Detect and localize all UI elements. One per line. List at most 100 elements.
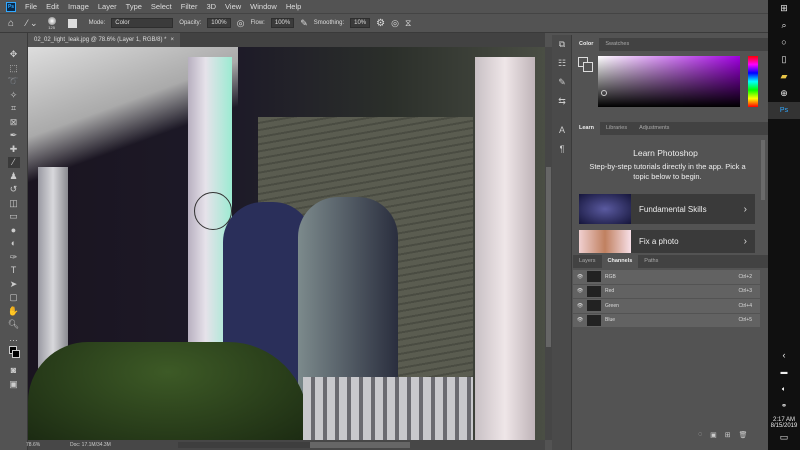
eye-icon[interactable]: 👁︎ — [573, 274, 587, 280]
search-icon[interactable]: ⌕ — [768, 17, 800, 34]
brush-settings-panel-icon[interactable]: ✎ — [552, 73, 572, 92]
frame-tool-icon[interactable]: ⊠ — [8, 117, 20, 128]
tab-channels[interactable]: Channels — [602, 255, 639, 268]
smoothing-input[interactable]: 10% — [350, 18, 370, 28]
hue-slider[interactable] — [748, 56, 758, 107]
channel-row-green[interactable]: 👁︎GreenCtrl+4 — [573, 299, 760, 314]
card-fix-a-photo[interactable]: Fix a photo› — [579, 230, 755, 253]
blur-tool-icon[interactable]: ● — [8, 225, 20, 236]
pressure-opacity-icon[interactable]: ◎ — [237, 18, 245, 29]
shape-tool-icon[interactable]: ▢ — [8, 292, 20, 303]
menu-select[interactable]: Select — [151, 2, 172, 11]
card-fundamental-skills[interactable]: Fundamental Skills› — [579, 194, 755, 224]
zoom-tool-icon[interactable]: 🔍︎ — [8, 319, 20, 330]
tab-libraries[interactable]: Libraries — [600, 122, 633, 135]
color-swatches-icon[interactable] — [8, 346, 20, 362]
gear-icon[interactable]: ⚙ — [376, 18, 385, 29]
dodge-tool-icon[interactable]: ◐ — [8, 238, 20, 249]
character-icon[interactable]: A — [552, 121, 572, 140]
save-selection-icon[interactable]: ▣ — [710, 431, 717, 439]
pressure-size-icon[interactable]: ◎ — [391, 18, 399, 29]
crop-tool-icon[interactable]: ⌗ — [8, 103, 20, 114]
brush-tool-icon[interactable]: ⁄ — [8, 157, 20, 168]
menu-type[interactable]: Type — [126, 2, 142, 11]
close-tab-icon[interactable]: × — [171, 37, 175, 43]
zoom-level[interactable]: 78.6% — [26, 442, 40, 448]
tab-layers[interactable]: Layers — [573, 255, 602, 268]
home-icon[interactable]: ⌂ — [8, 18, 14, 29]
flow-input[interactable]: 100% — [271, 18, 294, 28]
learn-panel: LearnLibrariesAdjustments Learn Photosho… — [573, 122, 768, 253]
opacity-input[interactable]: 100% — [207, 18, 230, 28]
stamp-tool-icon[interactable]: ♟ — [8, 171, 20, 182]
document-tab[interactable]: 02_02_light_leak.jpg @ 78.6% (Layer 1, R… — [28, 33, 180, 47]
quick-select-tool-icon[interactable]: ✧ — [8, 90, 20, 101]
hand-tool-icon[interactable]: ✋ — [8, 306, 20, 317]
windows-start-icon[interactable]: ⊞ — [768, 0, 800, 17]
menu-3d[interactable]: 3D — [206, 2, 216, 11]
channel-row-red[interactable]: 👁︎RedCtrl+3 — [573, 285, 760, 300]
pen-tool-icon[interactable]: ✑ — [8, 252, 20, 263]
menu-edit[interactable]: Edit — [46, 2, 59, 11]
lasso-tool-icon[interactable]: ➰ — [8, 76, 20, 87]
cortana-icon[interactable]: ○ — [768, 34, 800, 51]
brush-preset-picker[interactable]: 125 — [48, 17, 56, 30]
new-channel-icon[interactable]: ⊞ — [725, 431, 731, 439]
gradient-tool-icon[interactable]: ▭ — [8, 211, 20, 222]
tab-color[interactable]: Color — [573, 38, 599, 51]
history-brush-tool-icon[interactable]: ↺ — [8, 184, 20, 195]
tab-learn[interactable]: Learn — [573, 122, 600, 135]
tab-paths[interactable]: Paths — [638, 255, 664, 268]
battery-icon[interactable]: ▬ — [768, 364, 800, 381]
airbrush-icon[interactable]: ✎ — [300, 18, 308, 29]
task-view-icon[interactable]: ▯ — [768, 51, 800, 68]
mode-select[interactable]: Color — [111, 18, 173, 28]
menu-layer[interactable]: Layer — [98, 2, 117, 11]
trash-icon[interactable]: 🗑︎ — [739, 431, 748, 439]
channel-row-rgb[interactable]: 👁︎RGBCtrl+2 — [573, 270, 760, 285]
menu-file[interactable]: File — [25, 2, 37, 11]
color-field[interactable] — [598, 56, 740, 107]
adjust-icon[interactable]: ⇆ — [552, 92, 572, 111]
channel-row-blue[interactable]: 👁︎BlueCtrl+5 — [573, 314, 760, 329]
symmetry-icon[interactable]: ⧖ — [405, 18, 411, 29]
more-tools-icon[interactable]: … — [8, 333, 20, 344]
file-explorer-icon[interactable]: ▰ — [768, 68, 800, 85]
properties-icon[interactable]: ☷ — [552, 54, 572, 73]
vertical-scrollbar[interactable] — [545, 47, 552, 440]
network-icon[interactable]: ⚭ — [768, 398, 800, 415]
path-select-tool-icon[interactable]: ➤ — [8, 279, 20, 290]
move-tool-icon[interactable]: ✥ — [8, 49, 20, 60]
learn-scrollbar[interactable] — [761, 140, 765, 200]
eye-icon[interactable]: 👁︎ — [573, 288, 587, 294]
horizontal-scrollbar[interactable] — [178, 442, 408, 448]
screen-mode-icon[interactable]: ▣ — [8, 379, 20, 390]
menu-image[interactable]: Image — [68, 2, 89, 11]
eraser-tool-icon[interactable]: ◫ — [8, 198, 20, 209]
chevron-up-icon[interactable]: ‹ — [768, 347, 800, 364]
quick-mask-icon[interactable]: ◙ — [8, 365, 20, 376]
foreground-background-swatch[interactable] — [578, 57, 594, 73]
brush-settings-icon[interactable] — [68, 19, 77, 28]
menu-filter[interactable]: Filter — [181, 2, 198, 11]
menu-view[interactable]: View — [225, 2, 241, 11]
history-icon[interactable]: ⧉ — [552, 35, 572, 54]
healing-tool-icon[interactable]: ✚ — [8, 144, 20, 155]
chrome-icon[interactable]: ⊕ — [768, 85, 800, 102]
eye-icon[interactable]: 👁︎ — [573, 317, 587, 323]
eyedropper-tool-icon[interactable]: ✒ — [8, 130, 20, 141]
tab-swatches[interactable]: Swatches — [599, 38, 635, 51]
canvas[interactable] — [28, 47, 545, 440]
photoshop-taskbar-icon[interactable]: Ps — [768, 102, 800, 119]
menu-window[interactable]: Window — [250, 2, 277, 11]
tab-adjustments[interactable]: Adjustments — [633, 122, 675, 135]
brush-tool-icon[interactable]: ⁄ ⌄ — [26, 18, 38, 29]
eye-icon[interactable]: 👁︎ — [573, 303, 587, 309]
menu-help[interactable]: Help — [286, 2, 301, 11]
load-selection-icon[interactable]: ◌ — [698, 431, 702, 439]
marquee-tool-icon[interactable]: ⬚ — [8, 63, 20, 74]
volume-icon[interactable]: 🔈︎ — [768, 381, 800, 398]
type-tool-icon[interactable]: T — [8, 265, 20, 276]
notifications-icon[interactable]: ▭ — [768, 429, 800, 446]
paragraph-icon[interactable]: ¶ — [552, 140, 572, 159]
